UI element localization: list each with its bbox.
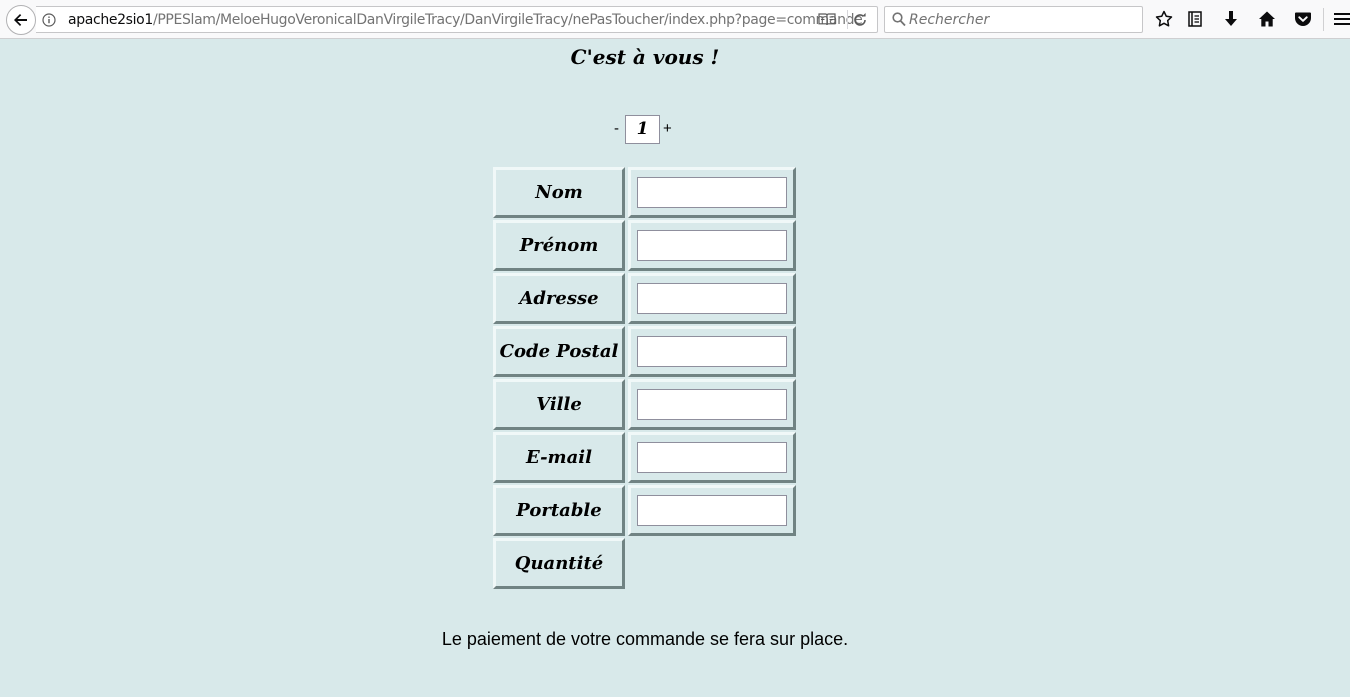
- prenom-input[interactable]: [637, 230, 787, 261]
- bookmark-star-icon[interactable]: [1154, 9, 1174, 29]
- nom-input[interactable]: [637, 177, 787, 208]
- search-icon: [892, 12, 906, 27]
- field-label-code-postal: Code Postal: [493, 326, 625, 377]
- pocket-icon[interactable]: [1293, 9, 1313, 29]
- quantity-plus-button[interactable]: +: [663, 120, 672, 137]
- ville-input[interactable]: [637, 389, 787, 420]
- search-input[interactable]: [909, 10, 1134, 29]
- reload-icon[interactable]: [852, 12, 868, 28]
- payment-note: Le paiement de votre commande se fera su…: [441, 629, 849, 649]
- portable-input[interactable]: [637, 495, 787, 526]
- toolbar-separator: [1323, 8, 1324, 31]
- quantity-value[interactable]: 1: [625, 115, 660, 144]
- url-separator: [847, 10, 848, 29]
- field-label-prenom: Prénom: [493, 220, 625, 271]
- quantity-minus-button[interactable]: -: [614, 120, 619, 137]
- url-path: /PPESlam/MeloeHugoVeronicalDanVirgileTra…: [152, 12, 863, 28]
- code-postal-input[interactable]: [637, 336, 787, 367]
- field-cell-code-postal: [628, 326, 796, 377]
- reader-view-icon[interactable]: [818, 12, 836, 27]
- back-button[interactable]: [6, 5, 36, 35]
- url-host: apache2sio1: [68, 12, 153, 28]
- info-icon[interactable]: [42, 13, 56, 27]
- back-arrow-icon: [14, 14, 27, 26]
- email-input[interactable]: [637, 442, 787, 473]
- field-cell-ville: [628, 379, 796, 430]
- browser-toolbar: apache2sio1/PPESlam/MeloeHugoVeronicalDa…: [0, 0, 1350, 39]
- field-label-email: E-mail: [493, 432, 625, 483]
- download-icon[interactable]: [1221, 9, 1241, 29]
- hamburger-menu-icon[interactable]: [1332, 9, 1350, 29]
- address-bar[interactable]: apache2sio1/PPESlam/MeloeHugoVeronicalDa…: [36, 6, 878, 33]
- page-title: C'est à vous !: [570, 45, 720, 69]
- home-icon[interactable]: [1257, 9, 1277, 29]
- field-label-quantite: Quantité: [493, 538, 625, 589]
- field-label-ville: Ville: [493, 379, 625, 430]
- field-label-portable: Portable: [493, 485, 625, 536]
- field-cell-nom: [628, 167, 796, 218]
- field-cell-adresse: [628, 273, 796, 324]
- field-label-nom: Nom: [493, 167, 625, 218]
- field-label-adresse: Adresse: [493, 273, 625, 324]
- search-bar[interactable]: [884, 6, 1143, 33]
- adresse-input[interactable]: [637, 283, 787, 314]
- field-cell-portable: [628, 485, 796, 536]
- url-text[interactable]: apache2sio1/PPESlam/MeloeHugoVeronicalDa…: [68, 12, 863, 28]
- library-icon[interactable]: [1185, 9, 1205, 29]
- field-cell-prenom: [628, 220, 796, 271]
- field-cell-email: [628, 432, 796, 483]
